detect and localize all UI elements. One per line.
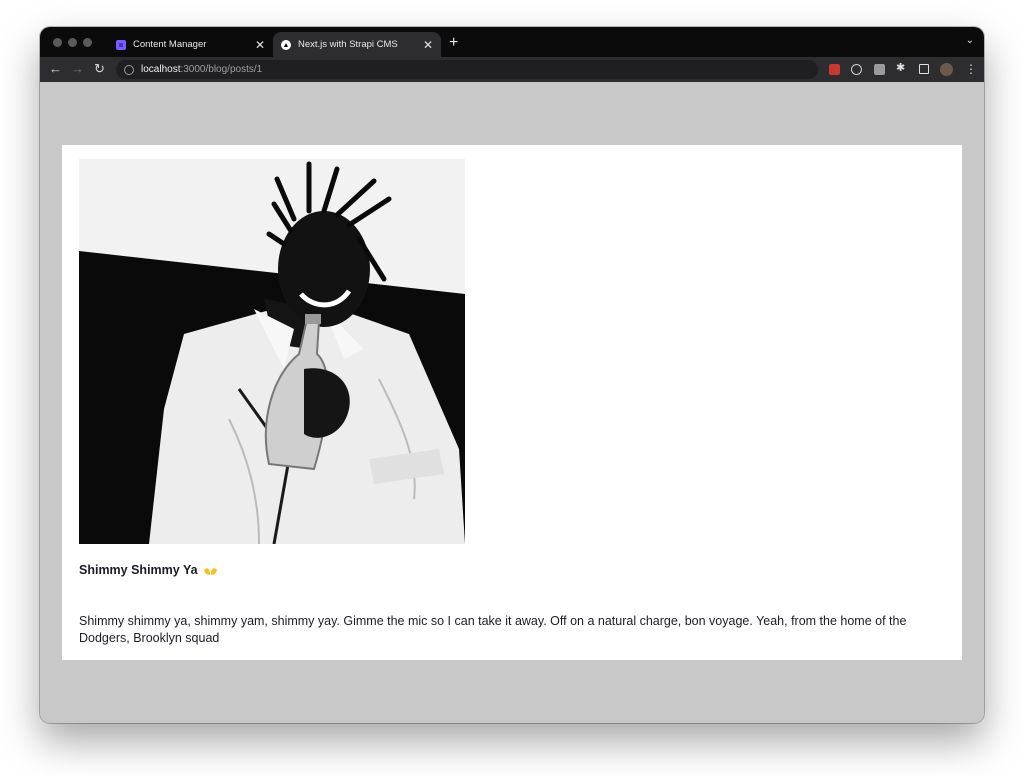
more-menu-icon[interactable]: ⋮ <box>965 61 977 77</box>
profile-avatar[interactable] <box>940 63 953 76</box>
reload-icon[interactable]: ↻ <box>94 61 105 77</box>
post-title: Shimmy Shimmy Ya <box>79 563 218 577</box>
post-body: Shimmy shimmy ya, shimmy yam, shimmy yay… <box>79 614 907 645</box>
strapi-icon <box>116 39 126 50</box>
maximize-window-icon[interactable] <box>83 38 92 47</box>
url-text[interactable]: localhost:3000/blog/posts/1 <box>141 64 262 75</box>
post-title-text: Shimmy Shimmy Ya <box>79 563 198 577</box>
nextjs-icon <box>281 39 291 50</box>
close-tab-icon[interactable]: ✕ <box>421 38 435 52</box>
extension-circle-icon[interactable] <box>851 64 862 75</box>
page-viewport: Shimmy Shimmy Ya Shimmy shimmy ya, shimm… <box>40 82 984 723</box>
browser-window: Content Manager ✕ Next.js with Strapi CM… <box>40 27 984 723</box>
address-bar[interactable]: localhost:3000/blog/posts/1 <box>116 60 818 79</box>
post-photo <box>79 159 465 544</box>
tab-content-manager[interactable]: Content Manager ✕ <box>108 32 273 57</box>
forward-arrow-icon[interactable]: → <box>71 61 84 77</box>
browser-toolbar: ← → ↻ localhost:3000/blog/posts/1 ✱ ⋮ <box>40 57 984 82</box>
post-card: Shimmy Shimmy Ya Shimmy shimmy ya, shimm… <box>62 145 962 660</box>
puzzle-icon[interactable]: ✱ <box>896 63 907 74</box>
back-arrow-icon[interactable]: ← <box>49 61 62 77</box>
tab-strip: Content Manager ✕ Next.js with Strapi CM… <box>40 27 984 57</box>
close-tab-icon[interactable]: ✕ <box>253 38 267 52</box>
post-image <box>79 159 465 544</box>
minimize-window-icon[interactable] <box>68 38 77 47</box>
site-info-icon[interactable] <box>124 64 134 75</box>
extension-square-icon[interactable] <box>874 64 885 75</box>
tab-title: Content Manager <box>133 39 207 50</box>
sidepanel-icon[interactable] <box>919 64 929 74</box>
tab-search-chevron-icon[interactable]: ⌄ <box>966 35 974 46</box>
raised-hands-emoji-icon <box>204 567 218 575</box>
new-tab-button[interactable]: + <box>449 33 458 53</box>
tab-title: Next.js with Strapi CMS <box>298 39 398 50</box>
close-window-icon[interactable] <box>53 38 62 47</box>
extension-red-icon[interactable] <box>829 64 840 75</box>
tab-nextjs-strapi[interactable]: Next.js with Strapi CMS ✕ <box>273 32 441 57</box>
